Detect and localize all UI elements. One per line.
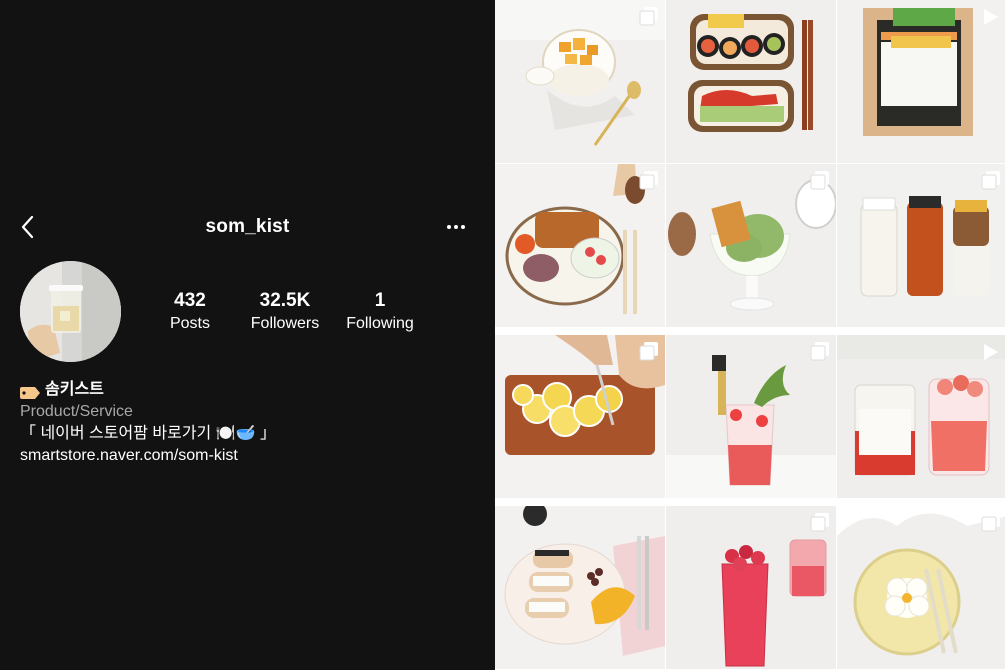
post-tile[interactable]: [837, 0, 1005, 163]
profile-name-row: 솜키스트: [20, 379, 480, 401]
post-tile[interactable]: [666, 335, 836, 498]
profile-header: som_kist: [0, 207, 495, 247]
post-tile[interactable]: [495, 335, 665, 498]
reel-icon: [984, 9, 998, 25]
profile-category: Product/Service: [20, 403, 133, 420]
carousel-icon: [810, 171, 829, 190]
post-tile[interactable]: [495, 0, 665, 163]
followers-count: 32.5K: [259, 290, 311, 311]
reel-icon: [984, 344, 998, 360]
more-options-icon[interactable]: [440, 215, 472, 239]
profile-description: 「 네이버 스토어팜 바로가기 🍽️🥣 」: [20, 425, 276, 442]
post-tile[interactable]: [666, 506, 836, 669]
post-tile[interactable]: [666, 0, 836, 163]
carousel-icon: [981, 171, 1000, 190]
stat-followers[interactable]: 32.5K Followers: [246, 290, 324, 335]
carousel-icon: [639, 7, 658, 26]
carousel-icon: [639, 342, 658, 361]
post-tile[interactable]: [495, 164, 665, 327]
label-tag-icon: [20, 384, 40, 399]
followers-label: Followers: [250, 315, 320, 332]
carousel-icon: [639, 171, 658, 190]
following-count: 1: [374, 290, 386, 311]
avatar[interactable]: [20, 261, 121, 362]
profile-panel: som_kist 432 Posts 32.5K Followers 1 Fol…: [0, 0, 495, 670]
profile-display-name: 솜키스트: [45, 381, 104, 398]
profile-website-link[interactable]: smartstore.naver.com/som-kist: [20, 445, 480, 467]
post-tile[interactable]: [837, 506, 1005, 669]
posts-grid: [495, 0, 1005, 670]
post-tile[interactable]: [837, 335, 1005, 498]
carousel-icon: [810, 342, 829, 361]
post-tile[interactable]: [495, 506, 665, 669]
stat-following[interactable]: 1 Following: [342, 290, 418, 335]
profile-username: som_kist: [205, 216, 290, 237]
profile-bio: 솜키스트 Product/Service 「 네이버 스토어팜 바로가기 🍽️🥣…: [20, 379, 480, 467]
post-tile[interactable]: [837, 164, 1005, 327]
carousel-icon: [981, 513, 1000, 532]
carousel-icon: [810, 513, 829, 532]
stat-posts[interactable]: 432 Posts: [168, 290, 212, 335]
profile-stats: 432 Posts 32.5K Followers 1 Following: [150, 290, 440, 340]
posts-label: Posts: [169, 315, 210, 332]
following-label: Following: [346, 315, 414, 332]
posts-count: 432: [174, 290, 206, 311]
post-tile[interactable]: [666, 164, 836, 327]
